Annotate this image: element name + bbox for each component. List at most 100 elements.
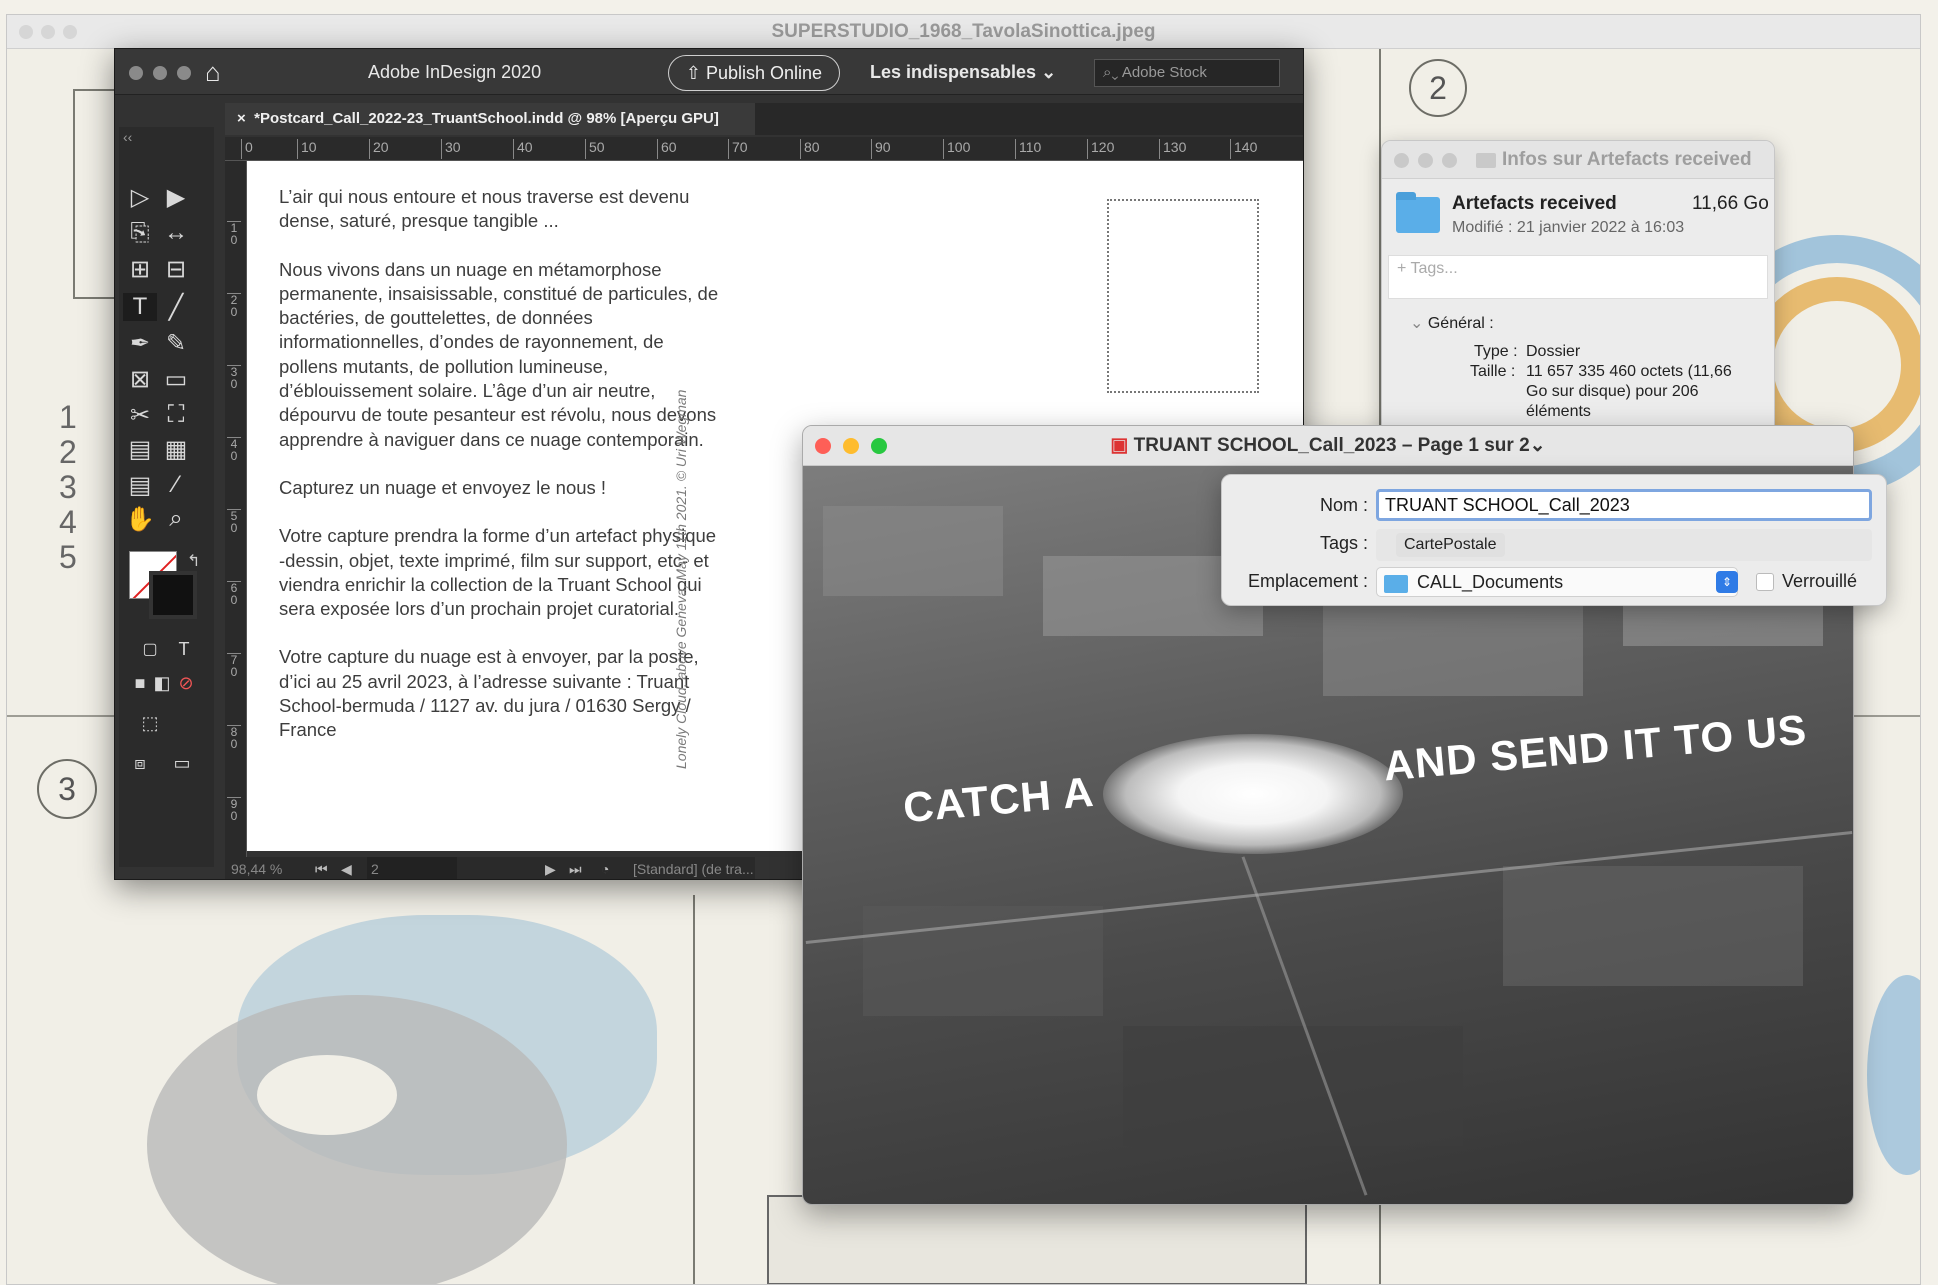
- ruler-tick: 110: [1015, 139, 1041, 159]
- preflight-icon[interactable]: ◔: [601, 857, 609, 879]
- chevron-down-icon: ⌄: [1041, 62, 1057, 82]
- status-bar: 98,44 % ⏮ ◀ 2 ▶ ⏭ ◔ [Standard] (de tra..…: [225, 857, 755, 879]
- minimize-button[interactable]: [1418, 153, 1433, 168]
- section-label: Général :: [1427, 315, 1494, 332]
- desktop: { "background_window": { "title": "SUPER…: [0, 0, 1938, 1285]
- workspace-dropdown[interactable]: Les indispensables ⌄: [870, 49, 1056, 95]
- drawing-line: [693, 895, 695, 1284]
- tools-panel: ‹‹ ▷ ▶ ⎘ ↔ ⊞ ⊟ T ╱ ✒ ✎ ⊠ ▭ ✂ ⛶ ▤ ▦ ▤ ⁄ ✋…: [119, 127, 214, 867]
- ruler-tick: 10: [297, 139, 317, 159]
- ruler-tick: 4 0: [227, 437, 241, 462]
- gradient-feather-tool-icon[interactable]: ▦: [159, 435, 193, 464]
- normal-view-icon[interactable]: ⧈: [123, 753, 157, 774]
- ruler-tick: 8 0: [227, 725, 241, 750]
- swap-colors-icon[interactable]: ↰: [187, 551, 200, 571]
- window-title: SUPERSTUDIO_1968_TavolaSinottica.jpeg: [771, 21, 1156, 42]
- name-input[interactable]: TRUANT SCHOOL_Call_2023: [1376, 489, 1872, 521]
- free-transform-tool-icon[interactable]: ⛶: [159, 401, 193, 429]
- screen-mode-icon[interactable]: ⬚: [133, 713, 167, 734]
- ruler-tick: 20: [369, 139, 389, 159]
- zoom-level[interactable]: 98,44 %: [231, 857, 282, 879]
- rectangle-tool-icon[interactable]: ▭: [159, 365, 193, 394]
- horizontal-ruler[interactable]: 0 10 20 30 40 50 60 70 80 90 100 110 120…: [225, 137, 1303, 161]
- home-icon[interactable]: ⌂: [205, 57, 221, 88]
- collapse-panel-icon[interactable]: ‹‹: [123, 129, 132, 145]
- app-title: Adobe InDesign 2020: [368, 62, 542, 82]
- content-placer-icon[interactable]: ⊟: [159, 255, 193, 284]
- next-page-icon[interactable]: ▶: [545, 857, 556, 879]
- type-label: Type :: [1474, 343, 1518, 360]
- ruler-tick: 80: [800, 139, 820, 159]
- gap-tool-icon[interactable]: ↔: [159, 219, 193, 247]
- minimize-button[interactable]: [153, 66, 167, 80]
- type-tool-icon[interactable]: T: [123, 293, 157, 321]
- adobe-stock-search[interactable]: ⌕⌄ Adobe Stock: [1094, 59, 1280, 87]
- tags-input[interactable]: + Tags...: [1388, 255, 1768, 299]
- first-page-icon[interactable]: ⏮: [315, 857, 328, 879]
- close-tab-icon[interactable]: ×: [237, 110, 254, 127]
- cloud-drawing: [147, 995, 567, 1284]
- circle-number-2: 2: [1409, 59, 1467, 117]
- size-value: Go sur disque) pour 206: [1526, 383, 1699, 400]
- window-title: TRUANT SCHOOL_Call_2023 – Page 1 sur 2: [1133, 435, 1530, 456]
- tag-chip[interactable]: CartePostale: [1396, 533, 1505, 557]
- content-collector-icon[interactable]: ⊞: [123, 255, 157, 284]
- search-icon: ⌕⌄: [1103, 64, 1122, 81]
- general-section-toggle[interactable]: ⌄ Général :: [1410, 313, 1494, 333]
- formatting-container-icon[interactable]: ▢: [133, 639, 167, 659]
- page-tool-icon[interactable]: ⎘: [123, 219, 157, 247]
- selection-tool-icon[interactable]: ▶: [159, 183, 193, 212]
- ruler-tick: 5 0: [227, 509, 241, 534]
- circle-number-3: 3: [37, 759, 97, 819]
- name-label: Nom :: [1319, 495, 1368, 515]
- stroke-swatch[interactable]: [149, 571, 197, 619]
- document-tab[interactable]: × *Postcard_Call_2022-23_TruantSchool.in…: [225, 103, 755, 135]
- hand-tool-icon[interactable]: ✋: [123, 505, 157, 534]
- cloud-image: [1103, 734, 1403, 854]
- photo-credit-text: Lonely Cloud, above Geneva, May 11th 202…: [673, 389, 689, 769]
- note-tool-icon[interactable]: ▤: [123, 471, 157, 500]
- zoom-tool-icon[interactable]: ⌕: [159, 505, 193, 533]
- handwritten-number: 5: [59, 539, 77, 575]
- ruler-tick: 60: [657, 139, 677, 159]
- close-button[interactable]: [129, 66, 143, 80]
- preview-view-icon[interactable]: ▭: [165, 753, 199, 774]
- locked-checkbox[interactable]: [1756, 573, 1774, 591]
- gradient-swatch-tool-icon[interactable]: ▤: [123, 435, 157, 464]
- publish-online-button[interactable]: ⇧ Publish Online: [668, 55, 840, 91]
- cloud-drawing-hole: [257, 1055, 397, 1135]
- scissors-tool-icon[interactable]: ✂: [123, 401, 157, 430]
- formatting-text-icon[interactable]: T: [167, 639, 201, 660]
- up-down-arrows-icon[interactable]: ⇕: [1716, 571, 1738, 593]
- rectangle-frame-tool-icon[interactable]: ⊠: [123, 365, 157, 394]
- close-button[interactable]: [1394, 153, 1409, 168]
- location-select[interactable]: CALL_Documents: [1376, 567, 1738, 597]
- page-number-field[interactable]: 2: [367, 857, 457, 879]
- text-frame[interactable]: L’air qui nous entoure et nous traverse …: [279, 185, 719, 767]
- maximize-button[interactable]: [177, 66, 191, 80]
- photo-caption-right: AND SEND IT TO US: [1381, 705, 1809, 790]
- line-tool-icon[interactable]: ╱: [159, 293, 193, 322]
- last-page-icon[interactable]: ⏭: [569, 857, 582, 879]
- chevron-down-icon: ⌄: [1529, 435, 1546, 456]
- window-title-button[interactable]: ▣ TRUANT SCHOOL_Call_2023 – Page 1 sur 2…: [803, 426, 1853, 466]
- direct-selection-tool-icon[interactable]: ▷: [123, 183, 157, 212]
- photo-credit: Lonely Cloud, above Geneva, May 11th 202…: [673, 390, 689, 770]
- pencil-tool-icon[interactable]: ✎: [159, 329, 193, 358]
- chevron-down-icon: ⌄: [1410, 315, 1428, 332]
- share-icon: ⇧: [685, 63, 706, 83]
- ruler-tick: 30: [441, 139, 461, 159]
- previous-page-icon[interactable]: ◀: [341, 857, 352, 879]
- handwritten-number: 3: [59, 469, 77, 505]
- window-title: Infos sur Artefacts received: [1502, 149, 1752, 170]
- photo-field: [823, 506, 1003, 596]
- ruler-tick: 40: [513, 139, 533, 159]
- stamp-placeholder-frame[interactable]: [1107, 199, 1259, 393]
- folder-icon: [1396, 192, 1440, 233]
- eyedropper-tool-icon[interactable]: ⁄: [159, 471, 193, 499]
- vertical-ruler[interactable]: 1 0 2 0 3 0 4 0 5 0 6 0 7 0 8 0 9 0: [225, 161, 247, 861]
- maximize-button[interactable]: [1442, 153, 1457, 168]
- handwritten-number: 2: [59, 434, 77, 470]
- apply-none-icon[interactable]: ⊘: [169, 673, 203, 694]
- pen-tool-icon[interactable]: ✒: [123, 329, 157, 358]
